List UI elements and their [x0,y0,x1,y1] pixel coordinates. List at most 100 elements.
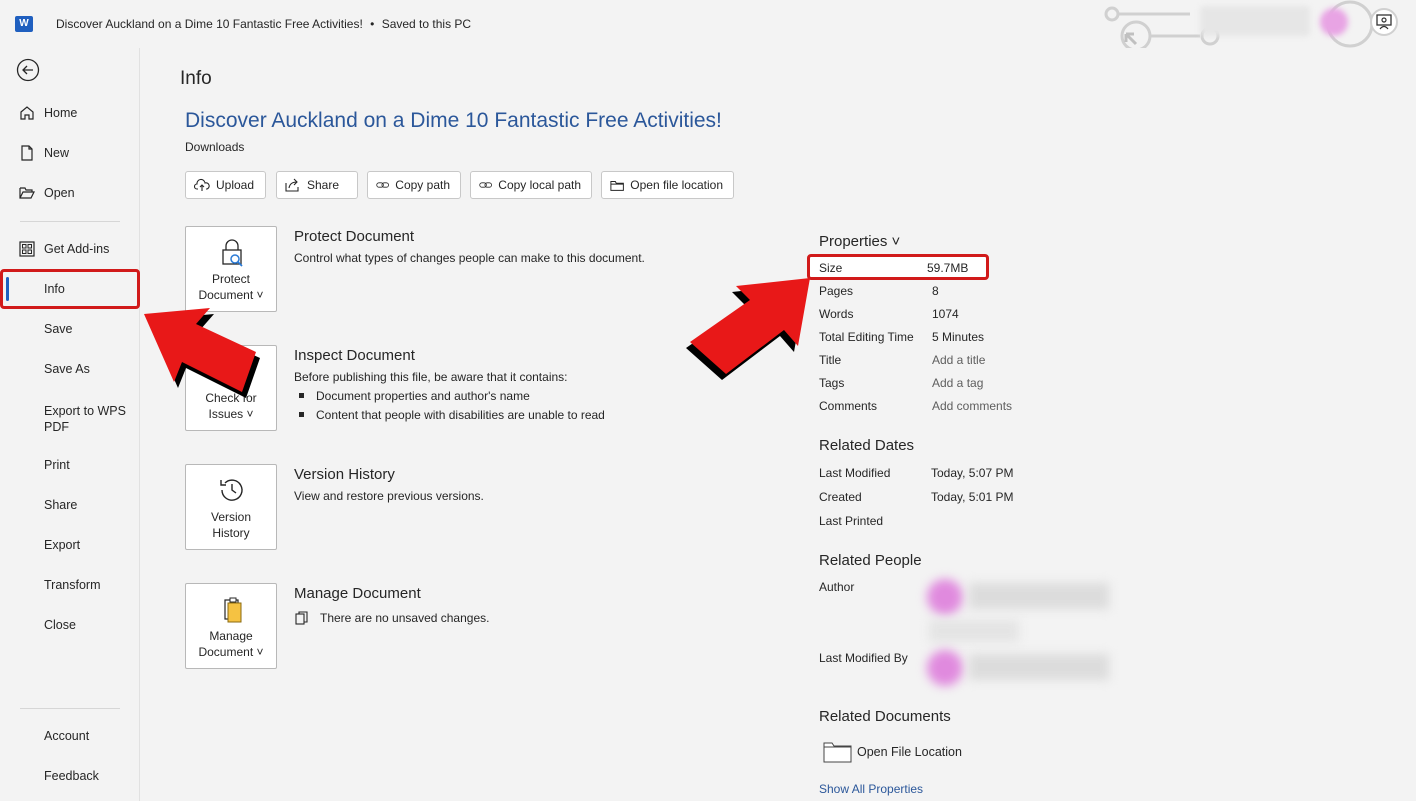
card-label-line: Check for [205,391,257,405]
last-modified-by-name-blurred [969,654,1109,680]
sidebar-item-feedback[interactable]: Feedback [0,758,140,794]
prop-pages-label: Pages [819,284,854,298]
related-dates-heading: Related Dates [819,437,915,454]
prop-tags-label: Tags [819,376,845,390]
sidebar-item-label: Save [44,322,73,336]
inspect-document-description: Before publishing this file, be aware th… [294,370,568,384]
sidebar-item-print[interactable]: Print [0,447,140,483]
user-avatar[interactable] [1320,8,1348,36]
presenter-icon[interactable] [1370,8,1398,36]
created-label: Created [819,490,862,504]
author-person[interactable] [925,575,1109,619]
title-bar: W Discover Auckland on a Dime 10 Fantast… [0,0,1416,48]
share-button[interactable]: Share [276,171,358,199]
card-label-line: Protect [211,272,250,286]
sidebar-item-get-add-ins[interactable]: Get Add-ins [0,231,140,267]
page-title: Info [180,68,212,89]
protect-document-description: Control what types of changes people can… [294,251,645,265]
version-history-button[interactable]: Version History [185,464,277,550]
card-label: Check for Issues ˅ [186,390,276,422]
add-ins-grid-icon [19,241,35,257]
open-file-location-button[interactable]: Open file location [601,171,734,199]
sidebar-item-label: Save As [44,362,90,376]
lock-search-icon [222,239,243,267]
prop-tags-field[interactable]: Add a tag [932,376,983,390]
copy-path-button[interactable]: Copy path [367,171,461,199]
prop-editing-time-value: 5 Minutes [932,330,985,344]
home-icon [20,106,34,120]
sidebar-item-label: Print [44,458,70,472]
copy-path-button-label: Copy path [395,178,450,192]
open-file-location-label: Open File Location [857,745,962,759]
last-modified-by-avatar [927,650,963,686]
link-icon [479,182,492,188]
sidebar-item-home[interactable]: Home [0,95,140,131]
protect-document-button[interactable]: Protect Document ˅ [185,226,277,312]
card-label-line: Version [210,510,252,524]
prop-comments-label: Comments [819,399,878,413]
last-modified-by-person[interactable] [925,646,1109,690]
author-name-blurred [969,583,1109,609]
sidebar-item-info[interactable]: Info [0,271,140,307]
properties-dropdown[interactable]: Properties ˅ [819,233,900,250]
sidebar-item-save[interactable]: Save [0,311,140,347]
checklist-icon [223,359,241,383]
sidebar-item-label: Get Add-ins [44,242,110,256]
protect-document-heading: Protect Document [294,228,415,245]
sidebar-item-export[interactable]: Export [0,527,140,563]
unsaved-changes-text: There are no unsaved changes. [320,611,490,625]
share-icon [285,178,299,192]
sidebar-item-label: Share [44,498,78,512]
sidebar-item-account[interactable]: Account [0,718,140,754]
upload-button[interactable]: Upload [185,171,266,199]
prop-size-value: 59.7MB [927,261,969,275]
sidebar-item-share[interactable]: Share [0,487,140,523]
card-label-line: Document ˅ [198,645,264,659]
blurred-user-name [1200,6,1310,36]
copy-local-path-button-label: Copy local path [498,178,581,192]
sidebar-item-open[interactable]: Open [0,175,140,211]
sidebar-item-label: New [44,146,70,160]
document-copy-icon [295,611,308,625]
prop-pages-value: 8 [932,284,939,298]
sidebar-item-label: Info [44,282,65,296]
sidebar-item-save-as[interactable]: Save As [0,351,140,387]
add-author-blurred[interactable] [929,620,1019,642]
sidebar-item-new[interactable]: New [0,135,140,171]
card-label-line: Issues ˅ [208,407,254,421]
check-for-issues-button[interactable]: Check for Issues ˅ [185,345,277,431]
inspect-document-heading: Inspect Document [294,347,415,364]
sidebar-item-close[interactable]: Close [0,607,140,643]
back-arrow-icon[interactable] [16,58,40,82]
sidebar-divider [20,708,120,709]
copy-local-path-button[interactable]: Copy local path [470,171,592,199]
sidebar-item-label: Home [44,106,78,120]
prop-words-value: 1074 [932,307,959,321]
unsaved-changes-row: There are no unsaved changes. [294,610,489,626]
cloud-upload-icon [194,178,210,191]
author-label: Author [819,580,855,594]
manage-document-button[interactable]: Manage Document ˅ [185,583,277,669]
last-printed-label: Last Printed [819,514,884,528]
card-label-line: Document ˅ [198,288,264,302]
sidebar-item-transform[interactable]: Transform [0,567,140,603]
inspect-bullet: Document properties and author's name [299,389,530,403]
link-icon [376,182,389,188]
manage-document-heading: Manage Document [294,585,421,602]
sidebar-item-label: Transform [44,578,101,592]
show-all-properties-link[interactable]: Show All Properties [819,782,923,796]
new-document-icon [21,145,33,161]
last-modified-by-label: Last Modified By [819,651,908,665]
related-documents-heading: Related Documents [819,708,951,725]
version-history-heading: Version History [294,466,395,483]
history-clock-icon [220,479,243,501]
window-doc-name: Discover Auckland on a Dime 10 Fantastic… [56,17,363,31]
open-file-location-link[interactable]: Open File Location [823,740,962,764]
prop-comments-field[interactable]: Add comments [932,399,1012,413]
prop-size-label: Size [819,261,843,275]
prop-title-field[interactable]: Add a title [932,353,985,367]
title-separator: • [370,17,375,31]
sidebar-item-export-wps-pdf[interactable]: Export to WPS PDF [0,399,130,439]
card-label: Manage Document ˅ [186,628,276,660]
share-button-label: Share [307,178,340,192]
